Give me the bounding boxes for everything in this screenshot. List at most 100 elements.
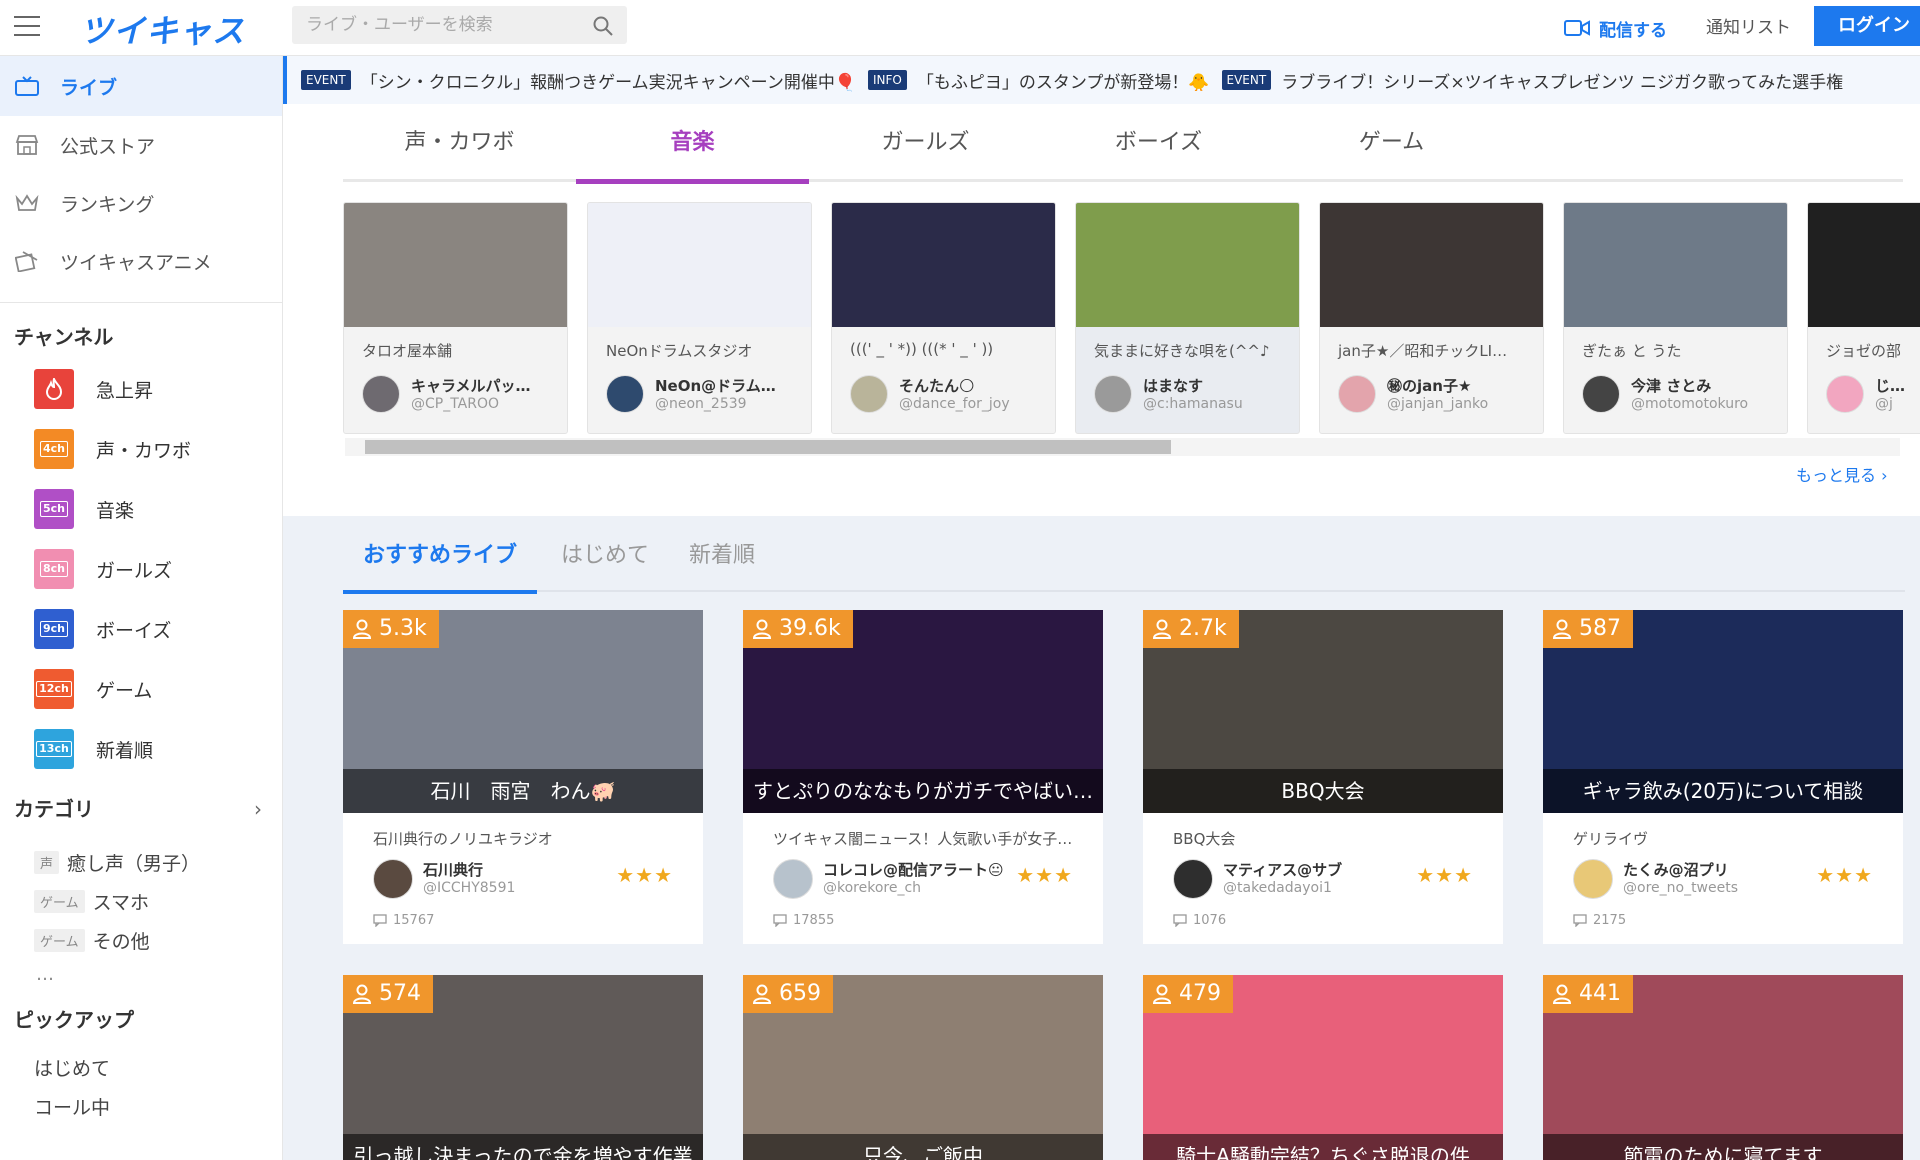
carousel-card[interactable]: ジョゼの部 じ… @j bbox=[1807, 202, 1920, 434]
viewer-count: 587 bbox=[1543, 610, 1633, 648]
live-card[interactable]: 2.7k BBQ大会 BBQ大会 マティアス@サブ @takedadayoi1 ★★★ 10… bbox=[1143, 610, 1503, 944]
category-tag: 声 bbox=[34, 851, 60, 874]
genre-tabs: 声・カワボ 音楽 ガールズ ボーイズ ゲーム bbox=[343, 104, 1903, 184]
pickup-item[interactable]: はじめて bbox=[0, 1050, 282, 1089]
logo[interactable]: ツイキャス bbox=[80, 6, 245, 52]
carousel-card[interactable]: 気ままに好きな唄を(^^♪ はまなす @c:hamanasu bbox=[1075, 202, 1300, 434]
category-item[interactable]: ゲーム スマホ bbox=[0, 882, 282, 921]
avatar bbox=[773, 859, 813, 899]
user-info: コレコレ@配信アラート😐 @korekore_ch ★★★ bbox=[743, 859, 1103, 899]
stream-subtitle: 石川典行のノリユキラジオ bbox=[373, 830, 553, 848]
tab-voice[interactable]: 声・カワボ bbox=[343, 104, 576, 182]
sidebar-item-store[interactable]: 公式ストア bbox=[0, 116, 282, 174]
channel-boys[interactable]: 9ch ボーイズ bbox=[0, 599, 282, 659]
scrollbar-thumb[interactable] bbox=[365, 440, 1171, 454]
tv-icon bbox=[14, 73, 40, 99]
channel-label: ボーイズ bbox=[96, 619, 172, 642]
category-item[interactable]: ゲーム その他 bbox=[0, 921, 282, 960]
live-card[interactable]: 659 只今、ご飯中 bbox=[743, 975, 1103, 1160]
tab-girls[interactable]: ガールズ bbox=[809, 104, 1042, 182]
category-more[interactable]: … bbox=[0, 960, 282, 990]
channel-game[interactable]: 12ch ゲーム bbox=[0, 659, 282, 719]
user-id: @c:hamanasu bbox=[1143, 396, 1243, 412]
user-name: 石川典行 bbox=[423, 861, 484, 879]
sidebar-item-label: ライブ bbox=[60, 76, 118, 99]
search-box bbox=[292, 6, 627, 44]
login-button[interactable]: ログイン ⌄ bbox=[1814, 6, 1920, 76]
viewer-icon bbox=[353, 619, 371, 639]
live-card[interactable]: 587 ギャラ飲み(20万)について相談 ゲリライヴ たくみ@沼プリ @ore_no_t… bbox=[1543, 610, 1903, 944]
viewer-count: 2.7k bbox=[1143, 610, 1239, 648]
rating-stars: ★★★ bbox=[1016, 863, 1073, 887]
announcement-link[interactable]: ラブライブ！シリーズ×ツイキャスプレゼンツ ニジガク歌ってみた選手権 bbox=[1281, 68, 1843, 93]
channel-voice[interactable]: 4ch 声・カワボ bbox=[0, 419, 282, 479]
stream-thumbnail: 5.3k 石川 雨宮 わん🐖 bbox=[343, 610, 703, 813]
avatar bbox=[850, 375, 888, 413]
user-name: はまなす bbox=[1143, 377, 1204, 395]
carousel-card[interactable]: (((' _ ' *)) (((* ' _ ' )) そんたん🌕 @dance_f… bbox=[831, 202, 1056, 434]
channel-music[interactable]: 5ch 音楽 bbox=[0, 479, 282, 539]
stream-title: ぎたぁ と うた bbox=[1582, 342, 1682, 360]
stream-thumbnail: 587 ギャラ飲み(20万)について相談 bbox=[1543, 610, 1903, 813]
channel-girls[interactable]: 8ch ガールズ bbox=[0, 539, 282, 599]
category-item[interactable]: 声癒し声（男子） bbox=[0, 843, 282, 882]
stream-thumbnail bbox=[588, 203, 811, 327]
carousel-card[interactable]: jan子★／昭和チックLI… ㊙のjan子★ @janjan_janko bbox=[1319, 202, 1544, 434]
live-card[interactable]: 479 騎士A騒動完結？ちぐさ脱退の件 bbox=[1143, 975, 1503, 1160]
broadcast-button[interactable]: 配信する bbox=[1564, 12, 1667, 44]
category-heading[interactable]: カテゴリ › bbox=[0, 787, 282, 831]
comment-icon bbox=[1173, 914, 1187, 927]
sidebar-item-label: 公式ストア bbox=[60, 135, 156, 158]
category-tag: ゲーム bbox=[34, 890, 85, 913]
sidebar-item-anime[interactable]: ツイキャスアニメ bbox=[0, 232, 282, 290]
live-card[interactable]: 574 引っ越し決まったので金を増やす作業 bbox=[343, 975, 703, 1160]
carousel-card[interactable]: タロオ屋本舗 キャラメルパッ… @CP_TAROO bbox=[343, 202, 568, 434]
chevron-right-icon: › bbox=[254, 797, 262, 821]
tab-game[interactable]: ゲーム bbox=[1275, 104, 1508, 182]
user-name: キャラメルパッ… bbox=[411, 377, 531, 395]
announcement-link[interactable]: 「シン・クロニクル」報酬つきゲーム実況キャンペーン開催中🎈 bbox=[361, 68, 856, 93]
viewer-count: 479 bbox=[1143, 975, 1233, 1013]
user-id: @motomotokuro bbox=[1631, 396, 1749, 412]
more-link[interactable]: もっと見る › bbox=[1796, 462, 1888, 486]
chevron-right-icon: › bbox=[1881, 466, 1888, 485]
avatar bbox=[1573, 859, 1613, 899]
tv-channel-icon: 13ch bbox=[34, 729, 74, 769]
stream-title: タロオ屋本舗 bbox=[362, 342, 453, 360]
announcement-link[interactable]: 「もふピヨ」のスタンプが新登場！🐥 bbox=[917, 68, 1210, 93]
sidebar-item-live[interactable]: ライブ bbox=[0, 56, 282, 116]
user-info: 石川典行 @ICCHY8591 ★★★ bbox=[343, 859, 703, 899]
avatar bbox=[362, 375, 400, 413]
user-id: @ore_no_tweets bbox=[1623, 880, 1739, 896]
carousel-card[interactable]: NeOnドラムスタジオ NeOn@ドラム… @neon_2539 bbox=[587, 202, 812, 434]
tab-newest[interactable]: 新着順 bbox=[689, 520, 755, 592]
carousel-card[interactable]: ぎたぁ と うた 今津 さとみ @motomotokuro bbox=[1563, 202, 1788, 434]
tab-boys[interactable]: ボーイズ bbox=[1042, 104, 1275, 182]
carousel-scrollbar[interactable] bbox=[345, 438, 1900, 456]
viewer-icon bbox=[1553, 984, 1571, 1004]
stream-caption: 石川 雨宮 わん🐖 bbox=[343, 769, 703, 813]
tv-channel-icon: 4ch bbox=[34, 429, 74, 469]
notification-list-link[interactable]: 通知リスト bbox=[1706, 12, 1791, 44]
pickup-item[interactable]: コール中 bbox=[0, 1089, 282, 1128]
avatar bbox=[1582, 375, 1620, 413]
stream-subtitle: BBQ大会 bbox=[1173, 830, 1236, 848]
tab-recommended[interactable]: おすすめライブ bbox=[343, 520, 538, 594]
tab-music[interactable]: 音楽 bbox=[576, 104, 809, 184]
avatar bbox=[373, 859, 413, 899]
live-card[interactable]: 441 節電のために寝てます bbox=[1543, 975, 1903, 1160]
user-id: @dance_for_joy bbox=[899, 396, 1010, 412]
avatar bbox=[1338, 375, 1376, 413]
search-icon[interactable] bbox=[593, 16, 613, 36]
channel-label: 新着順 bbox=[96, 739, 154, 762]
search-input[interactable] bbox=[292, 6, 572, 44]
sidebar-item-ranking[interactable]: ランキング bbox=[0, 174, 282, 232]
live-card[interactable]: 5.3k 石川 雨宮 わん🐖 石川典行のノリユキラジオ石川典行 @ICCHY8591 ★… bbox=[343, 610, 703, 944]
channel-new[interactable]: 13ch 新着順 bbox=[0, 719, 282, 779]
live-card[interactable]: 39.6k すとぷりのななもりがガチでやばい… ツイキャス闇ニュース！人気歌い手が女… bbox=[743, 610, 1103, 944]
film-icon bbox=[14, 248, 40, 274]
tab-first-time[interactable]: はじめて bbox=[561, 520, 649, 592]
channel-trending[interactable]: 急上昇 bbox=[0, 359, 282, 419]
user-id: @neon_2539 bbox=[655, 396, 747, 412]
hamburger-menu-icon[interactable] bbox=[14, 16, 40, 38]
